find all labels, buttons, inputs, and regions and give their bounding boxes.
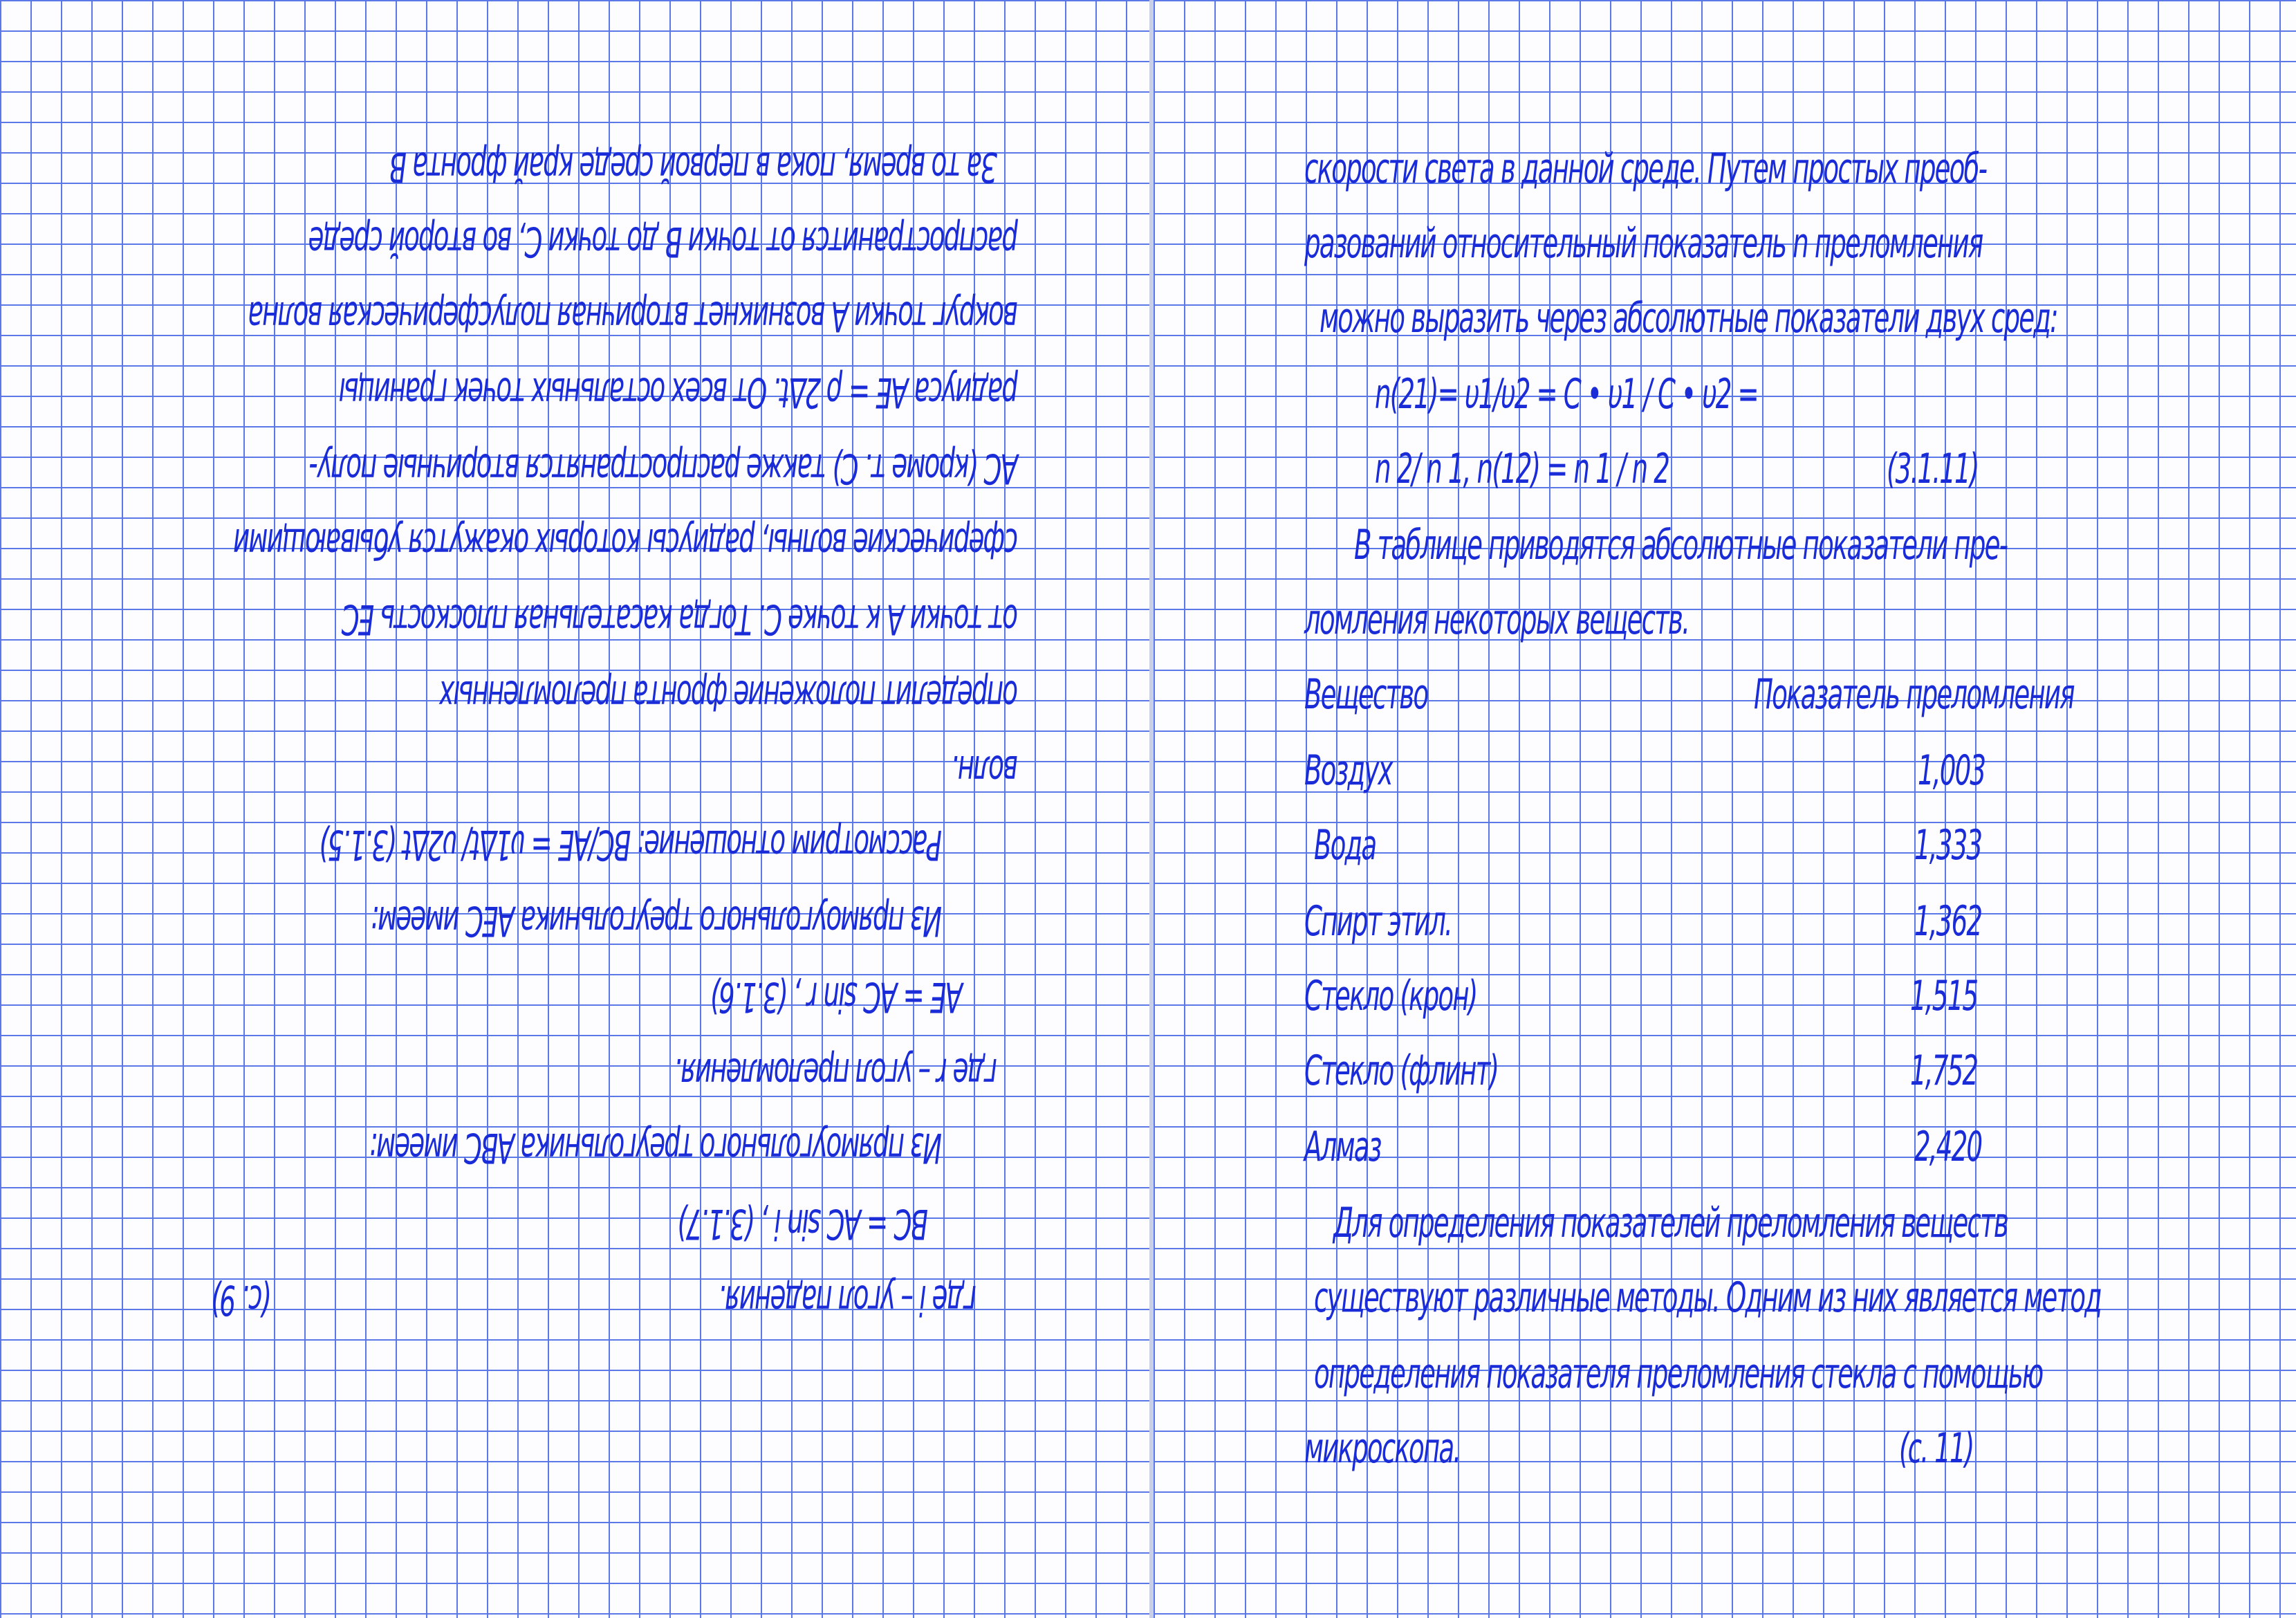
right-line-6: В таблице приводятся абсолютные показате… <box>1354 521 2008 569</box>
table-row-substance: Вода <box>1314 821 1377 870</box>
right-page-number: (с. 11) <box>1899 1424 1974 1473</box>
table-header-substance: Вещество <box>1304 670 1429 719</box>
table-row-index: 1,362 <box>1914 897 1983 946</box>
left-line-9: волн. <box>952 746 1018 794</box>
formula-line-2: n 2/ n 1, n(12) = n 1 / n 2 <box>1375 445 1670 493</box>
table-row-substance: Стекло (крон) <box>1304 972 1478 1020</box>
left-line-2: распространится от точки В до точки С, в… <box>309 217 1018 266</box>
left-line-8: определит положение фронта преломленных <box>440 671 1018 719</box>
right-notebook-page: скорости света в данной среде. Путем про… <box>1154 0 2296 1618</box>
table-row-substance: Воздух <box>1304 746 1394 795</box>
table-row-index: 1,752 <box>1910 1047 1979 1095</box>
left-line-10: Рассмотрим отношение: ВС/АЕ = υ1Δt/ υ2Δt… <box>320 820 942 869</box>
left-line-1: За то время, пока в первой среде край фр… <box>390 143 997 191</box>
table-row-index: 1,333 <box>1914 821 1983 870</box>
right-after-line-2: существуют различные методы. Одним из ни… <box>1314 1274 2102 1322</box>
table-header-index: Показатель преломления <box>1754 670 2075 719</box>
left-page-text-block: За то время, пока в первой среде край фр… <box>0 0 1149 1618</box>
right-line-3: можно выразить через абсолютные показате… <box>1320 294 2059 342</box>
left-line-6: сферические волны, радиусы которых окажу… <box>234 519 1018 567</box>
left-line-13: где r – угол преломления. <box>675 1049 997 1097</box>
table-row-index: 1,003 <box>1918 746 1986 795</box>
table-row-substance: Алмаз <box>1304 1123 1382 1171</box>
table-row-index: 2,420 <box>1914 1123 1983 1171</box>
left-line-14: Из прямоугольного треугольника АВС имеем… <box>370 1123 942 1172</box>
table-row-substance: Стекло (флинт) <box>1304 1047 1499 1095</box>
left-line-16: где i – угол падения. <box>719 1276 976 1324</box>
left-line-15: ВС = АС sin i , (3.1.7) <box>678 1199 928 1248</box>
left-line-4: радиуса АЕ = ρ 2Δt. От всех остальных то… <box>340 368 1018 416</box>
right-after-line-3: определения показателя преломления стекл… <box>1314 1350 2044 1398</box>
formula-number: (3.1.11) <box>1887 445 1979 493</box>
left-page-number: (с. 9) <box>212 1276 271 1324</box>
left-line-3: вокруг точки А возникнет вторичная полус… <box>249 292 1018 340</box>
right-after-line-1: Для определения показателей преломления … <box>1333 1199 2009 1247</box>
right-after-line-4: микроскопа. <box>1304 1424 1461 1473</box>
left-line-11: Из прямоугольного треугольника АЕС имеем… <box>371 897 942 945</box>
right-line-7: ломления некоторых веществ. <box>1304 596 1690 644</box>
left-line-12: АЕ = АС sin r , (3.1.6) <box>711 973 963 1021</box>
left-notebook-page: За то время, пока в первой среде край фр… <box>0 0 1149 1618</box>
right-line-1: скорости света в данной среде. Путем про… <box>1304 145 1988 193</box>
table-row-index: 1,515 <box>1910 972 1979 1020</box>
formula-line-1: n(21)= υ1/υ2 = С • υ1 / С • υ2 = <box>1375 370 1759 419</box>
left-line-7: от точки А к точке С. Тогда касательная … <box>342 595 1018 643</box>
left-line-5: АС (кроме т. С) также распространятся вт… <box>310 444 1018 493</box>
right-line-2: разований относительный показатель n пре… <box>1304 219 1983 268</box>
table-row-substance: Спирт этил. <box>1304 897 1453 946</box>
